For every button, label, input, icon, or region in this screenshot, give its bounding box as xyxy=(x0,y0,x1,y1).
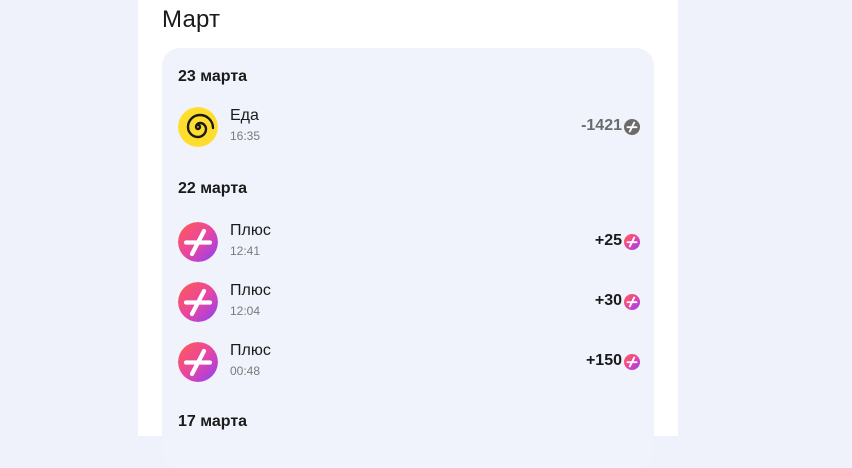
transaction-amount: -1421 xyxy=(581,117,622,134)
date-heading: 17 марта xyxy=(178,413,248,430)
plus-coin-icon xyxy=(624,234,640,250)
transaction-time: 00:48 xyxy=(230,364,261,378)
date-heading: 23 марта xyxy=(178,68,248,85)
plus-icon xyxy=(178,222,218,262)
date-heading: 22 марта xyxy=(178,180,248,197)
transaction-row[interactable]: Еда 16:35 -1421 xyxy=(178,107,640,151)
transaction-name: Плюс xyxy=(230,222,271,239)
transactions-card: 23 марта Еда 16:35 -1421 22 марта Плюс 1… xyxy=(162,48,654,468)
plus-coin-icon xyxy=(624,354,640,370)
spiral-icon xyxy=(178,107,218,147)
transaction-name: Плюс xyxy=(230,342,271,359)
transaction-time: 12:41 xyxy=(230,244,261,258)
page: Март 23 марта Еда 16:35 -1421 22 марта П… xyxy=(138,0,678,468)
plus-coin-icon xyxy=(624,119,640,135)
transaction-amount: +30 xyxy=(594,292,622,309)
transaction-row[interactable]: Плюс 12:04 +30 xyxy=(178,282,640,326)
transaction-amount: +150 xyxy=(585,352,622,369)
transaction-time: 12:04 xyxy=(230,304,261,318)
plus-coin-icon xyxy=(624,294,640,310)
transaction-name: Еда xyxy=(230,107,259,124)
transaction-time: 16:35 xyxy=(230,129,261,143)
transaction-row[interactable]: Плюс 00:48 +150 xyxy=(178,342,640,386)
plus-icon xyxy=(178,282,218,322)
transaction-name: Плюс xyxy=(230,282,271,299)
transaction-amount: +25 xyxy=(594,232,622,249)
plus-icon xyxy=(178,342,218,382)
month-title: Март xyxy=(162,6,221,33)
transaction-row[interactable]: Плюс 12:41 +25 xyxy=(178,222,640,266)
